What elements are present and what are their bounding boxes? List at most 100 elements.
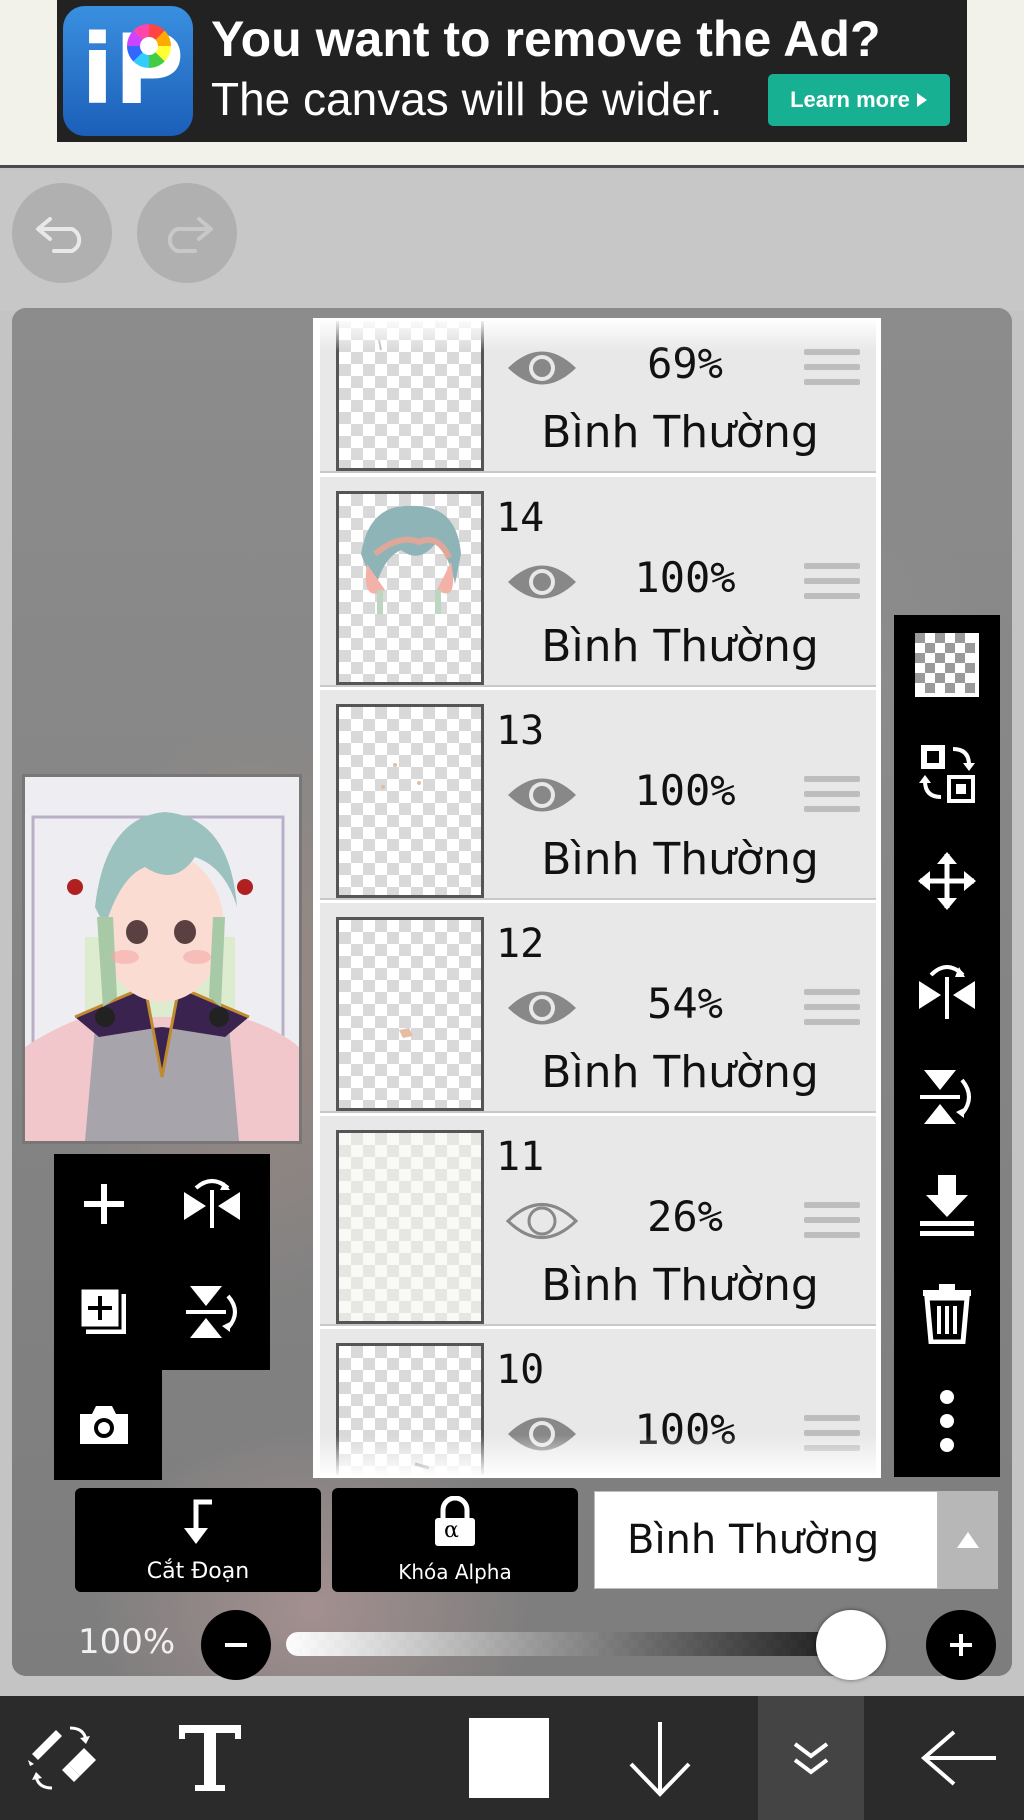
flip-vertical-icon: [920, 1070, 971, 1124]
brush-eraser-toggle[interactable]: [20, 1696, 104, 1820]
layer-number: 12: [496, 921, 545, 967]
eye-icon: [508, 991, 576, 1025]
layer-blend-mode: Bình Thường: [541, 621, 819, 672]
layer-number: 14: [496, 495, 545, 541]
undo-icon: [36, 217, 82, 253]
ad-banner[interactable]: iP You want to remove the Ad? The canvas…: [57, 0, 967, 142]
layer-number: 13: [496, 708, 545, 754]
undo-button[interactable]: [12, 183, 112, 283]
minus-icon: [225, 1643, 247, 1647]
eye-icon: [508, 565, 576, 599]
layers-panel: 69% Bình Thường 14 100% Bình Thường 13 100% Bìn…: [313, 318, 881, 1478]
learn-more-label: Learn more: [790, 87, 910, 112]
collapse-panel-button[interactable]: [758, 1696, 864, 1820]
color-wheel-icon: [127, 24, 171, 68]
camera-icon: [80, 1406, 128, 1444]
layer-swap-icon: [919, 745, 975, 803]
layer-blend-mode: Bình Thường: [541, 1260, 819, 1311]
layer-row[interactable]: 12 54% Bình Thường: [320, 903, 876, 1113]
blend-mode-dropdown-button[interactable]: [938, 1491, 998, 1589]
collapse-icon: [793, 1742, 829, 1775]
layer-blend-mode: Bình Thường: [541, 834, 819, 885]
flip-vertical-button[interactable]: [162, 1262, 262, 1362]
text-tool-icon: [179, 1725, 241, 1791]
flip-horizontal-button[interactable]: [162, 1154, 262, 1254]
layer-opacity: 100%: [634, 766, 736, 815]
layer-thumbnail[interactable]: [336, 917, 484, 1111]
layer-opacity: 26%: [647, 1192, 723, 1241]
alpha-lock-label: Khóa Alpha: [398, 1560, 512, 1584]
flip-horizontal-icon: [919, 965, 975, 1019]
drag-handle-icon[interactable]: [804, 1202, 860, 1246]
opacity-increase-button[interactable]: [926, 1610, 996, 1680]
move-button[interactable]: [894, 831, 1000, 931]
opacity-slider-knob[interactable]: [816, 1610, 886, 1680]
ad-subtitle: The canvas will be wider.: [211, 73, 723, 125]
right-tool-panel: [894, 615, 1000, 1477]
layers-fade-bottom: [316, 1435, 878, 1475]
layer-down-button[interactable]: [620, 1696, 700, 1820]
left-tool-panel: [54, 1154, 270, 1370]
alpha-symbol: α: [444, 1518, 459, 1543]
layer-blend-mode: Bình Thường: [541, 407, 819, 458]
visibility-toggle[interactable]: [504, 983, 580, 1033]
drag-handle-icon[interactable]: [804, 563, 860, 607]
add-layer-button[interactable]: [54, 1154, 154, 1254]
back-arrow-icon: [920, 1730, 996, 1786]
layer-thumbnail[interactable]: [336, 704, 484, 898]
drag-handle-icon[interactable]: [804, 776, 860, 820]
layer-thumbnail[interactable]: [336, 1130, 484, 1324]
visibility-toggle[interactable]: [504, 770, 580, 820]
more-icon: [940, 1390, 954, 1452]
preview-artwork: [25, 777, 299, 1141]
camera-button[interactable]: [54, 1374, 154, 1474]
learn-more-button[interactable]: Learn more: [768, 74, 950, 126]
flip-horizontal-right-button[interactable]: [894, 939, 1000, 1039]
layer-number: 11: [496, 1134, 545, 1180]
opacity-decrease-button[interactable]: [201, 1610, 271, 1680]
transparent-fill-button[interactable]: [894, 615, 1000, 715]
redo-icon: [167, 217, 213, 253]
add-layer-icon: [84, 1184, 124, 1224]
clipping-button[interactable]: Cắt Đoạn: [75, 1488, 321, 1592]
redo-button[interactable]: [137, 183, 237, 283]
drag-handle-icon[interactable]: [804, 989, 860, 1033]
canvas-preview[interactable]: [22, 774, 302, 1144]
text-tool-button[interactable]: [165, 1696, 255, 1820]
drag-handle-icon[interactable]: [804, 349, 860, 393]
layer-opacity: 54%: [647, 979, 723, 1028]
color-swatch-button[interactable]: [464, 1696, 554, 1820]
arrow-down-icon: [629, 1722, 691, 1797]
bottom-toolbar: [0, 1696, 1024, 1820]
alpha-lock-button[interactable]: α Khóa Alpha: [332, 1488, 578, 1592]
add-copy-layer-icon: [78, 1286, 126, 1334]
blend-mode-select[interactable]: Bình Thường: [594, 1491, 938, 1589]
back-button[interactable]: [918, 1696, 1002, 1820]
triangle-up-icon: [957, 1532, 979, 1548]
layer-blend-mode: Bình Thường: [541, 1047, 819, 1098]
visibility-toggle[interactable]: [504, 557, 580, 607]
add-copy-layer-button[interactable]: [54, 1262, 154, 1362]
layer-thumbnail[interactable]: [336, 491, 484, 685]
merge-down-button[interactable]: [894, 1155, 1000, 1255]
layer-row[interactable]: 14 100% Bình Thường: [320, 477, 876, 687]
brush-eraser-toggle-icon: [28, 1726, 96, 1790]
more-options-button[interactable]: [894, 1371, 1000, 1471]
opacity-slider-track[interactable]: [286, 1632, 886, 1656]
eye-hidden-icon: [505, 1203, 579, 1239]
blend-mode-value: Bình Thường: [627, 1517, 880, 1563]
eye-icon: [508, 778, 576, 812]
ad-area: iP You want to remove the Ad? The canvas…: [0, 0, 1024, 168]
layer-row[interactable]: 13 100% Bình Thường: [320, 690, 876, 900]
delete-layer-button[interactable]: [894, 1263, 1000, 1363]
layer-row[interactable]: 11 26% Bình Thường: [320, 1116, 876, 1326]
layer-swap-button[interactable]: [894, 723, 1000, 823]
flip-vertical-icon: [186, 1286, 237, 1338]
visibility-toggle[interactable]: [504, 1196, 580, 1246]
merge-down-icon: [920, 1175, 974, 1236]
flip-vertical-right-button[interactable]: [894, 1047, 1000, 1147]
play-arrow-icon: [916, 93, 927, 107]
move-icon: [918, 852, 976, 910]
trash-icon: [923, 1284, 971, 1344]
flip-horizontal-icon: [184, 1179, 240, 1228]
